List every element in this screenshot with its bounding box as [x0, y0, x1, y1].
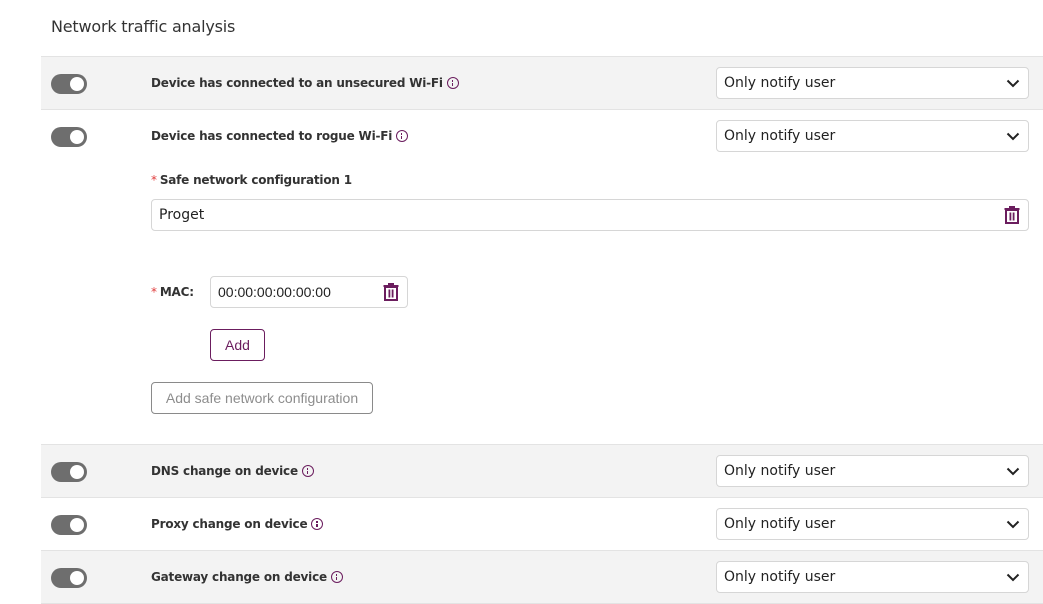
rule-label-text: Device has connected to rogue Wi-Fi: [151, 129, 393, 143]
chevron-down-icon: [1006, 520, 1020, 529]
mac-label-text: MAC:: [159, 285, 194, 299]
rule-row-gateway-change: Gateway change on device Only notify use…: [41, 550, 1043, 604]
info-icon[interactable]: [396, 130, 409, 142]
toggle-rogue-wifi[interactable]: [51, 127, 87, 147]
rule-label: Gateway change on device: [151, 570, 343, 584]
toggle-knob: [70, 77, 84, 91]
rule-row-dns-change: DNS change on device Only notify user: [41, 444, 1043, 498]
toggle-knob: [70, 130, 84, 144]
mac-label: * MAC:: [151, 285, 194, 299]
required-mark: *: [151, 285, 157, 299]
select-value: Only notify user: [724, 463, 836, 479]
rule-label: DNS change on device: [151, 464, 314, 478]
trash-icon[interactable]: [383, 283, 399, 301]
chevron-down-icon: [1006, 573, 1020, 582]
action-select-dns-change[interactable]: Only notify user: [716, 455, 1029, 487]
trash-icon[interactable]: [1004, 206, 1020, 224]
section-title: Network traffic analysis: [51, 17, 236, 36]
select-value: Only notify user: [724, 128, 836, 144]
action-select-proxy-change[interactable]: Only notify user: [716, 508, 1029, 540]
add-safe-network-config-button[interactable]: Add safe network configuration: [151, 382, 373, 414]
input-value: 00:00:00:00:00:00: [218, 284, 331, 300]
rule-label: Device has connected to an unsecured Wi-…: [151, 76, 459, 90]
safe-network-name-input[interactable]: Proget: [151, 199, 1029, 231]
toggle-gateway-change[interactable]: [51, 568, 87, 588]
rule-row-unsecured-wifi: Device has connected to an unsecured Wi-…: [41, 56, 1043, 110]
toggle-knob: [70, 465, 84, 479]
info-icon[interactable]: [446, 77, 459, 89]
add-mac-button[interactable]: Add: [210, 329, 265, 361]
rule-label-text: Proxy change on device: [151, 517, 308, 531]
info-icon[interactable]: [301, 465, 314, 477]
chevron-down-icon: [1006, 132, 1020, 141]
info-icon[interactable]: [311, 518, 324, 530]
rule-label: Device has connected to rogue Wi-Fi: [151, 129, 409, 143]
chevron-down-icon: [1006, 79, 1020, 88]
input-value: Proget: [159, 207, 205, 223]
toggle-knob: [70, 518, 84, 532]
select-value: Only notify user: [724, 569, 836, 585]
rule-label-text: Gateway change on device: [151, 570, 327, 584]
action-select-gateway-change[interactable]: Only notify user: [716, 561, 1029, 593]
rule-row-proxy-change: Proxy change on device Only notify user: [41, 497, 1043, 551]
toggle-dns-change[interactable]: [51, 462, 87, 482]
safe-network-config-label-text: Safe network configuration 1: [159, 173, 352, 187]
chevron-down-icon: [1006, 467, 1020, 476]
select-value: Only notify user: [724, 75, 836, 91]
toggle-knob: [70, 571, 84, 585]
info-icon[interactable]: [330, 571, 343, 583]
rule-label-text: Device has connected to an unsecured Wi-…: [151, 76, 443, 90]
action-select-rogue-wifi[interactable]: Only notify user: [716, 120, 1029, 152]
required-mark: *: [151, 173, 157, 187]
toggle-proxy-change[interactable]: [51, 515, 87, 535]
rule-label: Proxy change on device: [151, 517, 324, 531]
select-value: Only notify user: [724, 516, 836, 532]
rule-label-text: DNS change on device: [151, 464, 298, 478]
action-select-unsecured-wifi[interactable]: Only notify user: [716, 67, 1029, 99]
mac-address-input[interactable]: 00:00:00:00:00:00: [210, 276, 408, 308]
safe-network-config-label: * Safe network configuration 1: [151, 173, 352, 187]
toggle-unsecured-wifi[interactable]: [51, 74, 87, 94]
